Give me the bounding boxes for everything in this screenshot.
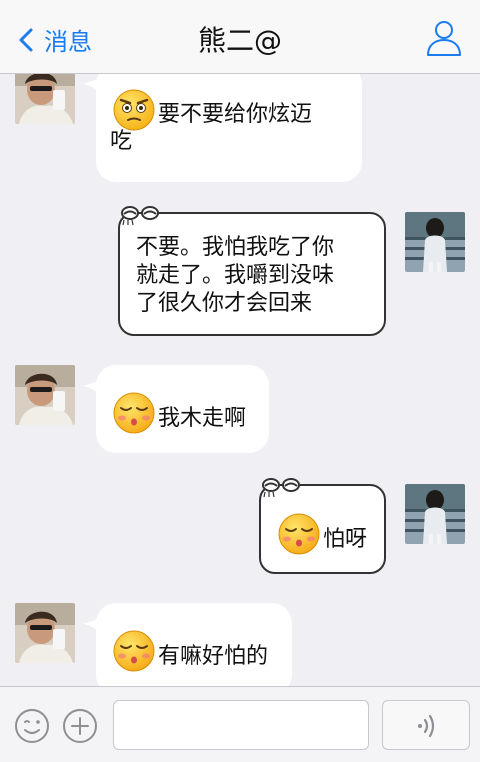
message-text: 我木走啊 [158, 406, 247, 431]
avatar[interactable] [405, 212, 465, 272]
chat-area[interactable]: 要不要给你炫迈 吃 不要。我怕我吃了你 就走了。我嚼到没味 了很久你才会回来 我… [0, 74, 480, 686]
avatar-male-image [15, 74, 75, 124]
avatar[interactable] [15, 603, 75, 663]
profile-icon[interactable] [424, 18, 464, 58]
navigation-bar: 消息 熊二@ [0, 0, 480, 74]
message-text: 了很久你才会回来 [136, 291, 313, 316]
avatar[interactable] [15, 74, 75, 124]
bubble-tail [82, 380, 100, 394]
message-input[interactable] [113, 700, 369, 750]
eyes-decoration-icon [262, 478, 300, 498]
message-text: 就走了。我嚼到没味 [136, 263, 335, 288]
input-bar [0, 686, 480, 762]
page-title: 熊二@ [197, 24, 282, 57]
avatar[interactable] [15, 365, 75, 425]
bubble-tail [82, 78, 100, 92]
bubble-tail [82, 618, 100, 632]
avatar-male-image [15, 365, 75, 425]
kiss-emoji-icon [278, 513, 320, 555]
message-bubble-incoming[interactable]: 要不要给你炫迈 吃 [96, 74, 362, 182]
sound-wave-icon [418, 714, 435, 738]
message-text: 要不要给你炫迈 [158, 102, 313, 127]
voice-button[interactable] [382, 700, 470, 750]
emoji-button-icon[interactable] [14, 708, 50, 744]
message-text: 怕呀 [323, 527, 368, 552]
avatar-female-image [405, 212, 465, 272]
message-text: 有嘛好怕的 [158, 644, 269, 669]
message-bubble-incoming[interactable]: 有嘛好怕的 [96, 603, 292, 686]
kiss-emoji-icon [113, 392, 155, 434]
eyes-decoration-icon [121, 206, 159, 226]
avatar-male-image [15, 603, 75, 663]
message-bubble-outgoing[interactable]: 不要。我怕我吃了你 就走了。我嚼到没味 了很久你才会回来 [118, 206, 386, 336]
avatar-female-image [405, 484, 465, 544]
message-text: 吃 [110, 129, 133, 154]
message-text: 不要。我怕我吃了你 [136, 235, 335, 260]
message-bubble-incoming[interactable]: 我木走啊 [96, 365, 269, 453]
message-bubble-outgoing[interactable]: 怕呀 [259, 478, 386, 574]
frown-emoji-icon [113, 89, 155, 131]
kiss-emoji-icon [113, 630, 155, 672]
avatar[interactable] [405, 484, 465, 544]
add-button-icon[interactable] [62, 708, 98, 744]
